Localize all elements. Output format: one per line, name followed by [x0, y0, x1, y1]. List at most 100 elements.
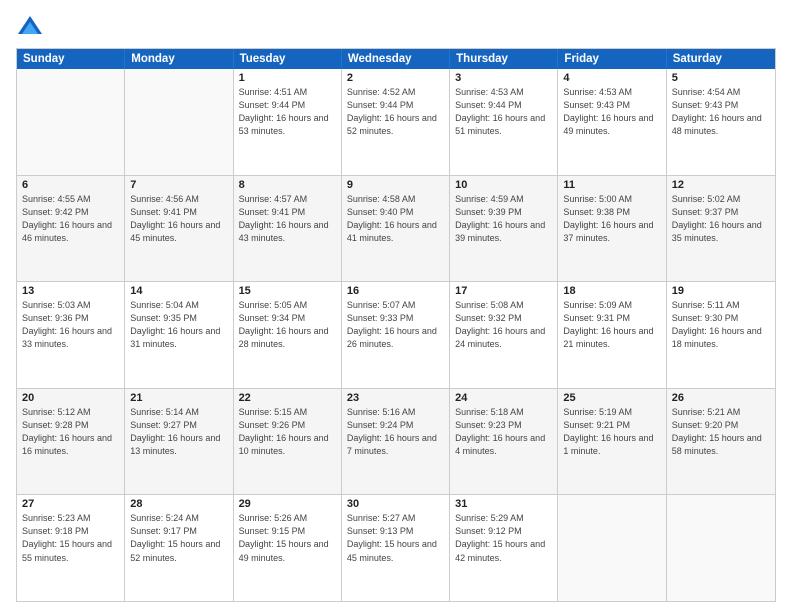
day-info: Sunrise: 5:18 AMSunset: 9:23 PMDaylight:…: [455, 406, 552, 458]
day-number: 17: [455, 285, 552, 297]
day-info: Sunrise: 4:55 AMSunset: 9:42 PMDaylight:…: [22, 193, 119, 245]
calendar-week-0: 1 Sunrise: 4:51 AMSunset: 9:44 PMDaylight…: [17, 69, 775, 175]
calendar-cell-empty: [125, 69, 233, 175]
day-number: 12: [672, 179, 770, 191]
day-info: Sunrise: 5:16 AMSunset: 9:24 PMDaylight:…: [347, 406, 444, 458]
day-number: 21: [130, 392, 227, 404]
day-info: Sunrise: 5:29 AMSunset: 9:12 PMDaylight:…: [455, 512, 552, 564]
day-number: 22: [239, 392, 336, 404]
calendar-header-row: SundayMondayTuesdayWednesdayThursdayFrid…: [17, 49, 775, 69]
page: SundayMondayTuesdayWednesdayThursdayFrid…: [0, 0, 792, 612]
day-number: 4: [563, 72, 660, 84]
day-number: 8: [239, 179, 336, 191]
calendar-cell-empty: [667, 495, 775, 601]
calendar-day-11: 11 Sunrise: 5:00 AMSunset: 9:38 PMDayligh…: [558, 176, 666, 282]
calendar-body: 1 Sunrise: 4:51 AMSunset: 9:44 PMDaylight…: [17, 69, 775, 601]
calendar-day-17: 17 Sunrise: 5:08 AMSunset: 9:32 PMDayligh…: [450, 282, 558, 388]
calendar-day-27: 27 Sunrise: 5:23 AMSunset: 9:18 PMDayligh…: [17, 495, 125, 601]
day-number: 16: [347, 285, 444, 297]
day-info: Sunrise: 4:54 AMSunset: 9:43 PMDaylight:…: [672, 86, 770, 138]
calendar-day-25: 25 Sunrise: 5:19 AMSunset: 9:21 PMDayligh…: [558, 389, 666, 495]
day-number: 25: [563, 392, 660, 404]
day-number: 5: [672, 72, 770, 84]
day-number: 26: [672, 392, 770, 404]
calendar-day-23: 23 Sunrise: 5:16 AMSunset: 9:24 PMDayligh…: [342, 389, 450, 495]
day-info: Sunrise: 5:23 AMSunset: 9:18 PMDaylight:…: [22, 512, 119, 564]
calendar-header-cell-friday: Friday: [558, 49, 666, 69]
calendar-day-19: 19 Sunrise: 5:11 AMSunset: 9:30 PMDayligh…: [667, 282, 775, 388]
calendar-day-5: 5 Sunrise: 4:54 AMSunset: 9:43 PMDaylight…: [667, 69, 775, 175]
calendar-day-30: 30Sunrise: 5:27 AMSunset: 9:13 PMDayligh…: [342, 495, 450, 601]
day-info: Sunrise: 5:26 AMSunset: 9:15 PMDaylight:…: [239, 512, 336, 564]
calendar-header-cell-sunday: Sunday: [17, 49, 125, 69]
day-info: Sunrise: 4:51 AMSunset: 9:44 PMDaylight:…: [239, 86, 336, 138]
calendar-header-cell-tuesday: Tuesday: [234, 49, 342, 69]
calendar-day-6: 6Sunrise: 4:55 AMSunset: 9:42 PMDaylight…: [17, 176, 125, 282]
calendar-day-13: 13 Sunrise: 5:03 AMSunset: 9:36 PMDayligh…: [17, 282, 125, 388]
day-info: Sunrise: 5:00 AMSunset: 9:38 PMDaylight:…: [563, 193, 660, 245]
calendar-day-18: 18 Sunrise: 5:09 AMSunset: 9:31 PMDayligh…: [558, 282, 666, 388]
day-number: 29: [239, 498, 336, 510]
day-info: Sunrise: 5:09 AMSunset: 9:31 PMDaylight:…: [563, 299, 660, 351]
calendar-day-4: 4 Sunrise: 4:53 AMSunset: 9:43 PMDaylight…: [558, 69, 666, 175]
day-number: 23: [347, 392, 444, 404]
calendar-week-3: 20 Sunrise: 5:12 AMSunset: 9:28 PMDayligh…: [17, 388, 775, 495]
calendar-day-7: 7Sunrise: 4:56 AMSunset: 9:41 PMDaylight…: [125, 176, 233, 282]
calendar: SundayMondayTuesdayWednesdayThursdayFrid…: [16, 48, 776, 602]
day-info: Sunrise: 5:14 AMSunset: 9:27 PMDaylight:…: [130, 406, 227, 458]
calendar-cell-empty: [558, 495, 666, 601]
calendar-day-3: 3 Sunrise: 4:53 AMSunset: 9:44 PMDaylight…: [450, 69, 558, 175]
calendar-day-14: 14 Sunrise: 5:04 AMSunset: 9:35 PMDayligh…: [125, 282, 233, 388]
header: [16, 12, 776, 40]
day-number: 19: [672, 285, 770, 297]
day-info: Sunrise: 5:04 AMSunset: 9:35 PMDaylight:…: [130, 299, 227, 351]
day-number: 11: [563, 179, 660, 191]
day-info: Sunrise: 5:24 AMSunset: 9:17 PMDaylight:…: [130, 512, 227, 564]
calendar-cell-empty: [17, 69, 125, 175]
day-number: 18: [563, 285, 660, 297]
calendar-week-4: 27 Sunrise: 5:23 AMSunset: 9:18 PMDayligh…: [17, 494, 775, 601]
calendar-day-24: 24 Sunrise: 5:18 AMSunset: 9:23 PMDayligh…: [450, 389, 558, 495]
day-number: 28: [130, 498, 227, 510]
day-info: Sunrise: 5:08 AMSunset: 9:32 PMDaylight:…: [455, 299, 552, 351]
day-info: Sunrise: 5:02 AMSunset: 9:37 PMDaylight:…: [672, 193, 770, 245]
calendar-day-12: 12 Sunrise: 5:02 AMSunset: 9:37 PMDayligh…: [667, 176, 775, 282]
calendar-day-8: 8Sunrise: 4:57 AMSunset: 9:41 PMDaylight…: [234, 176, 342, 282]
calendar-day-16: 16Sunrise: 5:07 AMSunset: 9:33 PMDayligh…: [342, 282, 450, 388]
day-number: 24: [455, 392, 552, 404]
logo-icon: [16, 12, 44, 40]
calendar-header-cell-thursday: Thursday: [450, 49, 558, 69]
calendar-header-cell-saturday: Saturday: [667, 49, 775, 69]
calendar-day-10: 10Sunrise: 4:59 AMSunset: 9:39 PMDayligh…: [450, 176, 558, 282]
calendar-day-26: 26Sunrise: 5:21 AMSunset: 9:20 PMDayligh…: [667, 389, 775, 495]
day-number: 1: [239, 72, 336, 84]
day-info: Sunrise: 4:53 AMSunset: 9:44 PMDaylight:…: [455, 86, 552, 138]
day-info: Sunrise: 5:03 AMSunset: 9:36 PMDaylight:…: [22, 299, 119, 351]
calendar-day-2: 2 Sunrise: 4:52 AMSunset: 9:44 PMDaylight…: [342, 69, 450, 175]
day-number: 9: [347, 179, 444, 191]
calendar-day-21: 21 Sunrise: 5:14 AMSunset: 9:27 PMDayligh…: [125, 389, 233, 495]
day-number: 20: [22, 392, 119, 404]
calendar-day-20: 20 Sunrise: 5:12 AMSunset: 9:28 PMDayligh…: [17, 389, 125, 495]
day-info: Sunrise: 4:58 AMSunset: 9:40 PMDaylight:…: [347, 193, 444, 245]
calendar-day-9: 9 Sunrise: 4:58 AMSunset: 9:40 PMDaylight…: [342, 176, 450, 282]
day-info: Sunrise: 5:19 AMSunset: 9:21 PMDaylight:…: [563, 406, 660, 458]
calendar-day-15: 15Sunrise: 5:05 AMSunset: 9:34 PMDayligh…: [234, 282, 342, 388]
day-number: 3: [455, 72, 552, 84]
day-info: Sunrise: 4:52 AMSunset: 9:44 PMDaylight:…: [347, 86, 444, 138]
calendar-day-31: 31Sunrise: 5:29 AMSunset: 9:12 PMDayligh…: [450, 495, 558, 601]
calendar-day-28: 28 Sunrise: 5:24 AMSunset: 9:17 PMDayligh…: [125, 495, 233, 601]
day-number: 13: [22, 285, 119, 297]
day-number: 15: [239, 285, 336, 297]
logo: [16, 12, 48, 40]
day-info: Sunrise: 5:12 AMSunset: 9:28 PMDaylight:…: [22, 406, 119, 458]
calendar-day-29: 29 Sunrise: 5:26 AMSunset: 9:15 PMDayligh…: [234, 495, 342, 601]
day-number: 14: [130, 285, 227, 297]
day-info: Sunrise: 5:11 AMSunset: 9:30 PMDaylight:…: [672, 299, 770, 351]
calendar-header-cell-monday: Monday: [125, 49, 233, 69]
calendar-header-cell-wednesday: Wednesday: [342, 49, 450, 69]
calendar-week-2: 13 Sunrise: 5:03 AMSunset: 9:36 PMDayligh…: [17, 281, 775, 388]
day-number: 2: [347, 72, 444, 84]
day-number: 27: [22, 498, 119, 510]
day-info: Sunrise: 4:53 AMSunset: 9:43 PMDaylight:…: [563, 86, 660, 138]
